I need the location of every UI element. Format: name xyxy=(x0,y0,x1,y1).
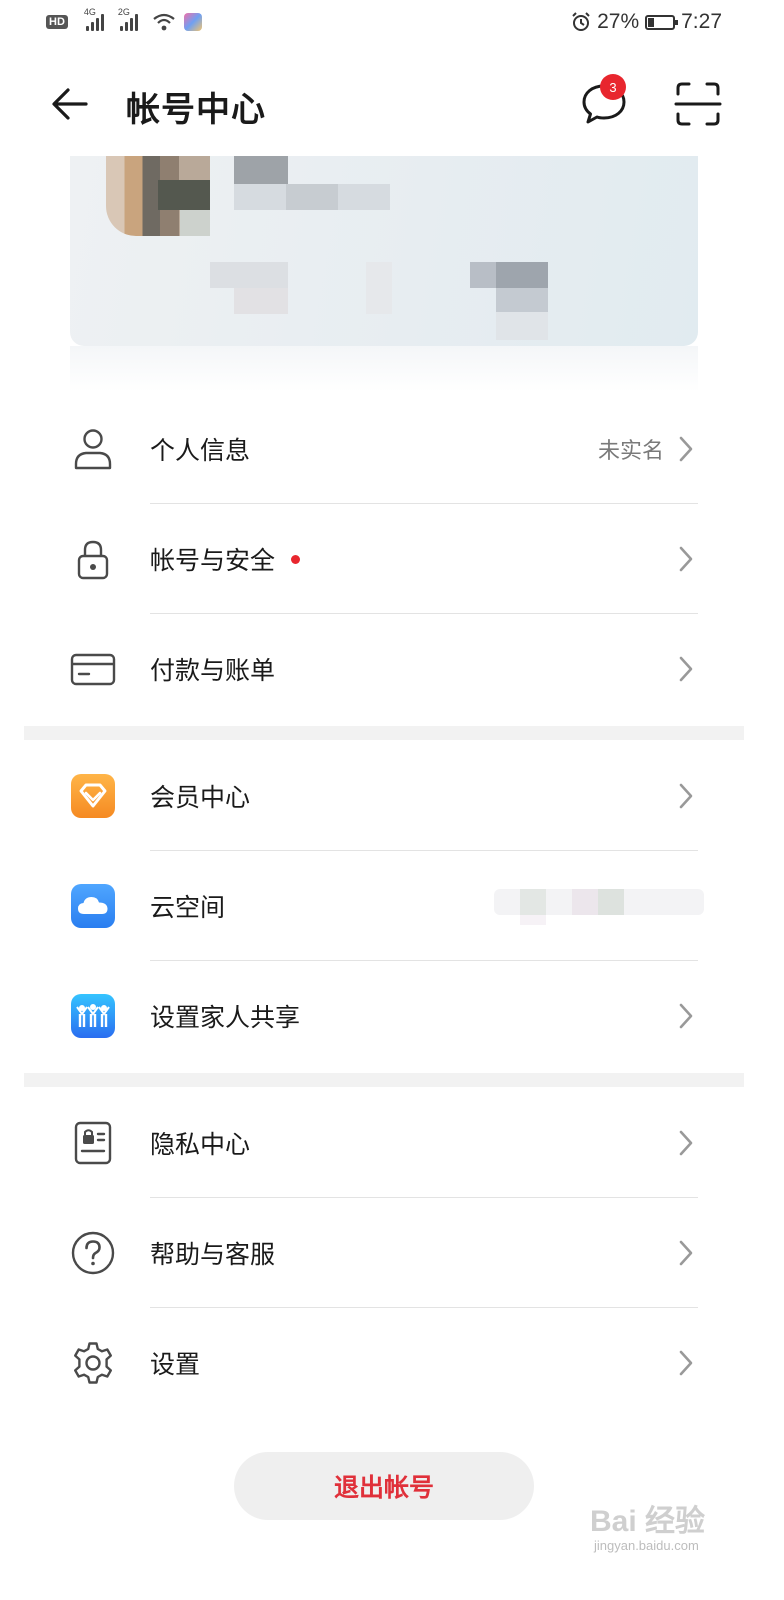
personal-info-row[interactable]: 个人信息 未实名 xyxy=(24,394,744,504)
row-value: 未实名 xyxy=(597,439,664,464)
pixel-block xyxy=(234,156,288,184)
chevron-right-icon xyxy=(679,656,693,682)
baidu-watermark: Bai 经验 jingyan.baidu.com xyxy=(590,1488,740,1558)
support-group: 隐私中心 帮助与客服 设置 xyxy=(24,1088,744,1418)
family-icon xyxy=(70,993,116,1039)
help-service-row[interactable]: 帮助与客服 xyxy=(24,1198,744,1308)
pixel-block xyxy=(234,288,288,314)
row-label: 帮助与客服 xyxy=(150,1240,276,1269)
cloud-storage-value xyxy=(494,885,704,925)
alarm-icon xyxy=(572,12,590,31)
pixel-block xyxy=(180,210,210,236)
app-bar: 帐号中心 3 xyxy=(0,60,784,148)
battery-percent: 27% xyxy=(597,10,640,33)
pixel-block xyxy=(366,262,392,314)
pixel-block xyxy=(158,180,210,210)
app-notification-icon xyxy=(183,13,202,31)
back-button[interactable] xyxy=(44,80,96,128)
diamond-icon xyxy=(70,773,116,819)
row-label: 隐私中心 xyxy=(150,1130,251,1159)
chevron-right-icon xyxy=(679,436,693,462)
signal-icon: 4G xyxy=(84,7,104,31)
page-title: 帐号中心 xyxy=(126,90,266,130)
row-label: 设置家人共享 xyxy=(150,1003,301,1032)
row-label-text: 帐号与安全 xyxy=(150,546,276,575)
family-sharing-row[interactable]: 设置家人共享 xyxy=(24,961,744,1071)
account-security-row[interactable]: 帐号与安全 xyxy=(24,504,744,614)
signal-tag-2: 2G xyxy=(117,7,130,17)
battery-level xyxy=(648,17,655,27)
row-label: 云空间 xyxy=(150,893,226,922)
gear-icon xyxy=(70,1340,116,1386)
card-icon xyxy=(70,646,116,692)
chevron-right-icon xyxy=(679,1130,693,1156)
group-separator xyxy=(24,726,744,740)
pixel-block xyxy=(496,312,548,340)
hd-badge: HD xyxy=(46,15,68,29)
scan-button[interactable] xyxy=(672,78,724,130)
signal-icon-2: 2G xyxy=(118,7,138,31)
watermark-url: jingyan.baidu.com xyxy=(594,1538,699,1553)
group-separator xyxy=(24,1073,744,1087)
row-label: 付款与账单 xyxy=(150,656,276,685)
pixel-block xyxy=(210,262,288,288)
cloud-icon xyxy=(70,883,116,929)
chevron-right-icon xyxy=(679,783,693,809)
person-icon xyxy=(70,426,116,472)
settings-row[interactable]: 设置 xyxy=(24,1308,744,1418)
chevron-right-icon xyxy=(679,1003,693,1029)
membership-row[interactable]: 会员中心 xyxy=(24,741,744,851)
services-group: 会员中心 云空间 设置家人共享 xyxy=(24,741,744,1071)
scan-icon xyxy=(674,82,722,126)
privacy-icon xyxy=(70,1120,116,1166)
pixel-block xyxy=(496,288,548,312)
battery-icon xyxy=(645,14,679,30)
arrow-left-icon xyxy=(52,88,88,120)
cloud-space-row[interactable]: 云空间 xyxy=(24,851,744,961)
messages-button[interactable]: 3 xyxy=(578,74,634,132)
row-label: 帐号与安全 xyxy=(150,541,301,577)
chevron-right-icon xyxy=(679,1350,693,1376)
watermark-brand: Bai 经验 xyxy=(590,1505,706,1538)
help-icon xyxy=(70,1230,116,1276)
logout-button[interactable]: 退出帐号 xyxy=(234,1452,534,1520)
signal-tag: 4G xyxy=(83,7,96,17)
profile-card-shadow xyxy=(70,346,698,392)
message-count-badge: 3 xyxy=(600,74,626,100)
wifi-icon xyxy=(153,13,175,31)
payment-billing-row[interactable]: 付款与账单 xyxy=(24,614,744,724)
pixel-block xyxy=(286,184,338,210)
chevron-right-icon xyxy=(679,1240,693,1266)
row-label: 会员中心 xyxy=(150,783,251,812)
lock-icon xyxy=(70,536,116,582)
row-label: 个人信息 xyxy=(150,436,251,465)
notification-dot xyxy=(291,554,301,564)
profile-card[interactable] xyxy=(70,156,698,346)
account-group: 个人信息 未实名 帐号与安全 付款与账单 xyxy=(24,394,744,724)
privacy-center-row[interactable]: 隐私中心 xyxy=(24,1088,744,1198)
clock: 7:27 xyxy=(681,10,722,33)
chevron-right-icon xyxy=(679,546,693,572)
row-label: 设置 xyxy=(150,1350,201,1379)
status-bar: HD 4G 2G 27% 7:27 xyxy=(0,0,784,48)
pixel-block xyxy=(496,262,548,288)
